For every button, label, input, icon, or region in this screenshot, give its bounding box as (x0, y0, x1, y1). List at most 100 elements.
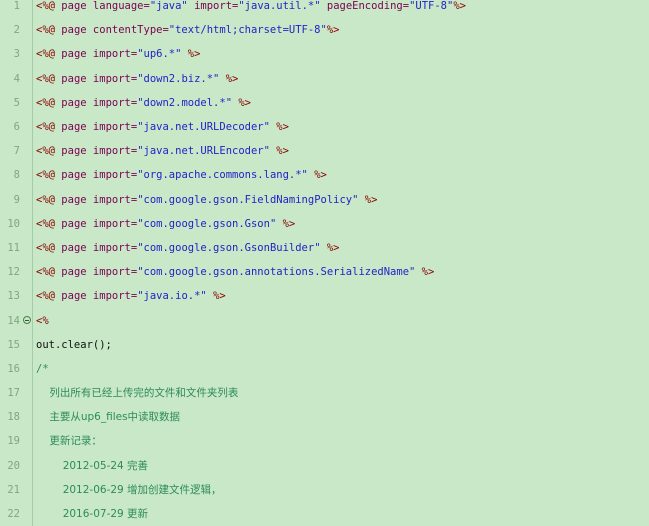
line-number: 10 (0, 217, 23, 230)
code-line[interactable]: 20 2012-05-24 完善 (0, 459, 649, 472)
code-token-cn: 更新记录： (36, 435, 102, 448)
code-line[interactable]: 7 <%@ page import="java.net.URLEncoder" %… (0, 145, 649, 158)
line-number: 17 (0, 387, 23, 400)
code-line-text[interactable]: <%@ page contentType="text/html;charset=… (32, 24, 649, 36)
code-token-attrname: import= (92, 96, 138, 109)
code-line[interactable]: 10 <%@ page import="com.google.gson.Gson"… (0, 217, 649, 230)
code-line[interactable]: 15 out.clear(); (0, 338, 649, 351)
code-token-tag: <%@ (36, 193, 55, 206)
line-number: 14 (0, 314, 23, 327)
code-token-attrname: page (61, 24, 87, 37)
code-editor[interactable]: 1 <%@ page language="java" import="java.u… (0, 0, 649, 526)
code-token-str: "java.net.URLDecoder" (137, 120, 270, 133)
code-line-text[interactable]: <%@ page import="down2.model.*" %> (32, 97, 649, 109)
minus-circle-icon[interactable] (23, 316, 31, 325)
code-token-attrname: import= (92, 290, 138, 303)
code-token-attrname: page (61, 72, 87, 85)
code-line[interactable]: 8 <%@ page import="org.apache.commons.lan… (0, 169, 649, 182)
code-token-str: "java" (149, 0, 188, 12)
code-token-str: "up6.*" (137, 48, 182, 61)
code-line-text[interactable]: 2012-06-29 增加创建文件逻辑， (32, 484, 649, 496)
code-line[interactable]: 1 <%@ page language="java" import="java.u… (0, 0, 649, 13)
code-token-tag: <%@ (36, 48, 55, 61)
code-token-tag: %> (364, 193, 378, 206)
code-line[interactable]: 12 <%@ page import="com.google.gson.annot… (0, 266, 649, 279)
code-line-text[interactable]: <%@ page import="java.net.URLEncoder" %> (32, 145, 649, 157)
code-token-tag: <% (36, 314, 49, 327)
code-line[interactable]: 22 2016-07-29 更新 (0, 508, 649, 521)
code-line-text[interactable]: 更新记录： (32, 435, 649, 447)
code-token-tag: <%@ (36, 72, 55, 85)
code-line[interactable]: 9 <%@ page import="com.google.gson.FieldN… (0, 193, 649, 206)
code-token-str: "com.google.gson.FieldNamingPolicy" (137, 193, 359, 206)
code-line[interactable]: 19 更新记录： (0, 435, 649, 448)
code-line-text[interactable]: <%@ page import="java.io.*" %> (32, 290, 649, 302)
code-line-text[interactable]: /* (32, 363, 649, 375)
code-line-text[interactable]: <%@ page import="org.apache.commons.lang… (32, 169, 649, 181)
code-token-attrname: page (61, 0, 87, 12)
code-line[interactable]: 2 <%@ page contentType="text/html;charset… (0, 24, 649, 37)
code-token-str: "org.apache.commons.lang.*" (137, 169, 308, 182)
code-token-tag: <%@ (36, 169, 55, 182)
code-lines-container[interactable]: 1 <%@ page language="java" import="java.u… (0, 0, 649, 526)
line-number: 6 (0, 120, 23, 134)
code-token-str: "java.net.URLEncoder" (137, 145, 270, 158)
code-line[interactable]: 16 /* (0, 362, 649, 375)
code-line-text[interactable]: 主要从up6_files中读取数据 (32, 411, 649, 423)
line-number: 3 (0, 48, 23, 61)
code-token-attrname: import= (92, 169, 138, 182)
code-line-text[interactable]: <%@ page language="java" import="java.ut… (32, 0, 649, 12)
code-line-text[interactable]: <% (32, 315, 649, 327)
code-line[interactable]: 11 <%@ page import="com.google.gson.GsonB… (0, 241, 649, 255)
code-token-tag: %> (225, 72, 239, 85)
code-line-text[interactable]: <%@ page import="com.google.gson.FieldNa… (32, 194, 649, 206)
code-token-str: "down2.biz.*" (137, 72, 220, 85)
code-line[interactable]: 17 列出所有已经上传完的文件和文件夹列表 (0, 387, 649, 400)
code-token-tag: <%@ (36, 266, 55, 279)
code-token-attrname: page (61, 96, 87, 109)
code-line-text[interactable]: <%@ page import="down2.biz.*" %> (32, 73, 649, 85)
code-token-attrname: language= (92, 0, 150, 12)
code-token-attrname: import= (92, 145, 138, 158)
code-line-text[interactable]: <%@ page import="com.google.gson.annotat… (32, 266, 649, 278)
code-token-tag: <%@ (36, 96, 55, 109)
code-token-attrname: import= (92, 241, 138, 254)
code-token-attrname: page (61, 145, 87, 158)
code-line[interactable]: 18 主要从up6_files中读取数据 (0, 411, 649, 424)
code-token-attrname: page (61, 169, 87, 182)
code-token-attrname: contentType= (92, 24, 169, 37)
code-line-text[interactable]: out.clear(); (32, 339, 649, 351)
code-line-text[interactable]: 2016-07-29 更新 (32, 508, 649, 520)
line-number: 4 (0, 72, 23, 85)
code-line-text[interactable]: <%@ page import="com.google.gson.Gson" %… (32, 218, 649, 230)
code-line-text[interactable]: <%@ page import="java.net.URLDecoder" %> (32, 121, 649, 133)
code-token-str: "UTF-8" (409, 0, 454, 12)
line-number: 12 (0, 266, 23, 279)
code-line-text[interactable]: <%@ page import="com.google.gson.GsonBui… (32, 242, 649, 254)
code-line[interactable]: 21 2012-06-29 增加创建文件逻辑， (0, 483, 649, 496)
code-line[interactable]: 5 <%@ page import="down2.model.*" %> (0, 96, 649, 109)
code-token-attrname: page (61, 241, 87, 254)
code-line[interactable]: 14 <% (0, 314, 649, 327)
code-token-tag: %> (276, 145, 289, 158)
code-line[interactable]: 13 <%@ page import="java.io.*" %> (0, 290, 649, 303)
code-line[interactable]: 6 <%@ page import="java.net.URLDecoder" %… (0, 120, 649, 134)
code-line[interactable]: 3 <%@ page import="up6.*" %> (0, 48, 649, 61)
code-line-text[interactable]: 2012-05-24 完善 (32, 460, 649, 472)
code-line-text[interactable]: <%@ page import="up6.*" %> (32, 48, 649, 60)
code-token-plain: out.clear(); (36, 338, 112, 351)
code-line[interactable]: 4 <%@ page import="down2.biz.*" %> (0, 72, 649, 85)
code-line-text[interactable]: 列出所有已经上传完的文件和文件夹列表 (32, 387, 649, 399)
code-token-cn: 2012-06-29 增加创建文件逻辑， (36, 483, 222, 496)
code-token-cn: 2016-07-29 更新 (36, 508, 149, 521)
